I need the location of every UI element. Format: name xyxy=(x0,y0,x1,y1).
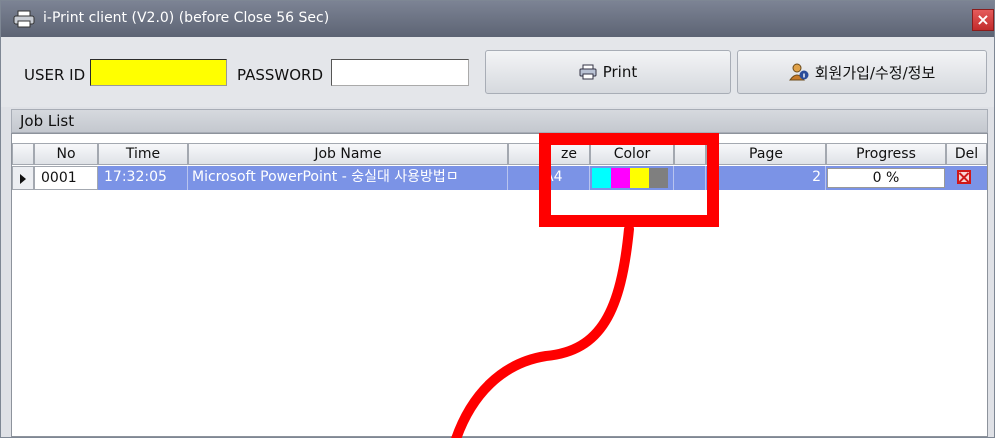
header-progress[interactable]: Progress xyxy=(826,143,946,165)
password-label: PASSWORD xyxy=(237,66,324,84)
header-page[interactable]: Page xyxy=(706,143,826,165)
header-job-name[interactable]: Job Name xyxy=(188,143,508,165)
row-progress: 0 % xyxy=(827,168,945,188)
member-info-button[interactable]: 회원가입/수정/정보 xyxy=(737,50,987,94)
grid-header: No Time Job Name ze Color Page Progress … xyxy=(12,143,987,165)
row-no: 0001 xyxy=(34,166,98,190)
printer-icon xyxy=(13,10,35,28)
delete-x-icon[interactable] xyxy=(957,170,971,184)
printer-icon xyxy=(579,64,597,80)
user-id-label: USER ID xyxy=(24,66,86,84)
iprint-window: i-Print client (V2.0) (before Close 56 S… xyxy=(0,0,995,438)
member-button-label: 회원가입/수정/정보 xyxy=(814,63,936,82)
row-indicator xyxy=(12,166,34,190)
annotation-highlight-box xyxy=(539,133,719,227)
header-indicator xyxy=(12,143,34,165)
row-job-name: Microsoft PowerPoint - 숭실대 사용방법ㅁ xyxy=(188,166,508,190)
header-del[interactable]: Del xyxy=(946,143,987,165)
window-title: i-Print client (V2.0) (before Close 56 S… xyxy=(43,10,330,26)
login-toolbar: USER ID PASSWORD Print 회원가입/수정/정보 xyxy=(1,37,994,107)
row-selected-arrow-icon xyxy=(20,174,26,184)
print-button-label: Print xyxy=(602,63,638,81)
header-no[interactable]: No xyxy=(34,143,98,165)
table-row[interactable]: 0001 17:32:05 Microsoft PowerPoint - 숭실대… xyxy=(12,166,987,190)
job-list-title: Job List xyxy=(11,109,988,133)
header-time[interactable]: Time xyxy=(98,143,188,165)
row-time: 17:32:05 xyxy=(98,166,188,190)
title-bar[interactable]: i-Print client (V2.0) (before Close 56 S… xyxy=(1,1,994,37)
user-id-input[interactable] xyxy=(90,59,227,86)
user-info-icon xyxy=(788,63,809,81)
close-icon[interactable]: × xyxy=(972,9,994,31)
job-list-grid: No Time Job Name ze Color Page Progress … xyxy=(11,133,988,437)
print-button[interactable]: Print xyxy=(485,50,731,94)
row-page: 2 xyxy=(706,166,826,190)
password-input[interactable] xyxy=(331,59,469,86)
